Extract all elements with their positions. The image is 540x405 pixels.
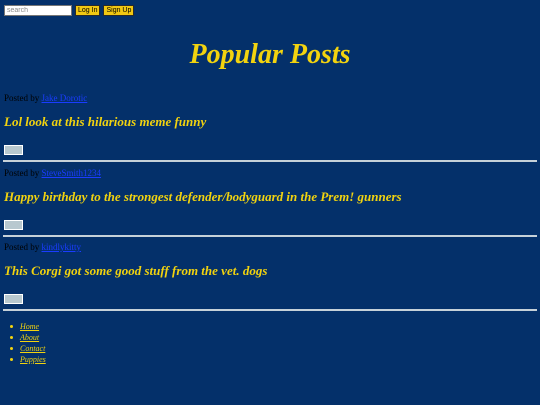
bullet-icon <box>10 358 13 361</box>
signup-button[interactable]: Sign Up <box>103 5 135 16</box>
search-input[interactable] <box>4 5 72 16</box>
post-button-wrap <box>4 290 536 308</box>
footer-nav-item-home: Home <box>10 321 46 332</box>
top-bar: Log In Sign Up <box>4 5 135 16</box>
post-action-button[interactable] <box>4 145 23 155</box>
footer-nav: Home About Contact Puppies <box>10 321 46 365</box>
post-title[interactable]: Lol look at this hilarious meme funny <box>4 114 536 130</box>
footer-nav-item-contact: Contact <box>10 343 46 354</box>
footer-nav-item-puppies: Puppies <box>10 354 46 365</box>
post-meta: Posted by SteveSmith1234 <box>4 168 536 179</box>
author-link[interactable]: kindlykitty <box>42 242 82 252</box>
author-link[interactable]: SteveSmith1234 <box>42 168 102 178</box>
post-1: Posted by Jake Dorotic Lol look at this … <box>4 93 536 159</box>
post-divider <box>3 235 537 237</box>
bullet-icon <box>10 336 13 339</box>
post-button-wrap <box>4 216 536 234</box>
post-2: Posted by SteveSmith1234 Happy birthday … <box>4 168 536 234</box>
posted-by-label: Posted by <box>4 168 40 178</box>
page-title: Popular Posts <box>189 39 351 70</box>
posted-by-label: Posted by <box>4 242 40 252</box>
post-action-button[interactable] <box>4 220 23 230</box>
footer-link-contact[interactable]: Contact <box>20 343 45 354</box>
bullet-icon <box>10 347 13 350</box>
author-link[interactable]: Jake Dorotic <box>42 93 88 103</box>
post-title[interactable]: This Corgi got some good stuff from the … <box>4 263 536 279</box>
post-meta: Posted by kindlykitty <box>4 242 536 253</box>
post-3: Posted by kindlykitty This Corgi got som… <box>4 242 536 308</box>
login-button[interactable]: Log In <box>75 5 101 16</box>
post-meta: Posted by Jake Dorotic <box>4 93 536 104</box>
post-divider <box>3 309 537 311</box>
posted-by-label: Posted by <box>4 93 40 103</box>
footer-link-about[interactable]: About <box>20 332 39 343</box>
post-button-wrap <box>4 141 536 159</box>
footer-link-puppies[interactable]: Puppies <box>20 354 46 365</box>
post-title[interactable]: Happy birthday to the strongest defender… <box>4 189 536 205</box>
post-divider <box>3 160 537 162</box>
footer-nav-item-about: About <box>10 332 46 343</box>
post-action-button[interactable] <box>4 294 23 304</box>
footer-link-home[interactable]: Home <box>20 321 39 332</box>
bullet-icon <box>10 325 13 328</box>
